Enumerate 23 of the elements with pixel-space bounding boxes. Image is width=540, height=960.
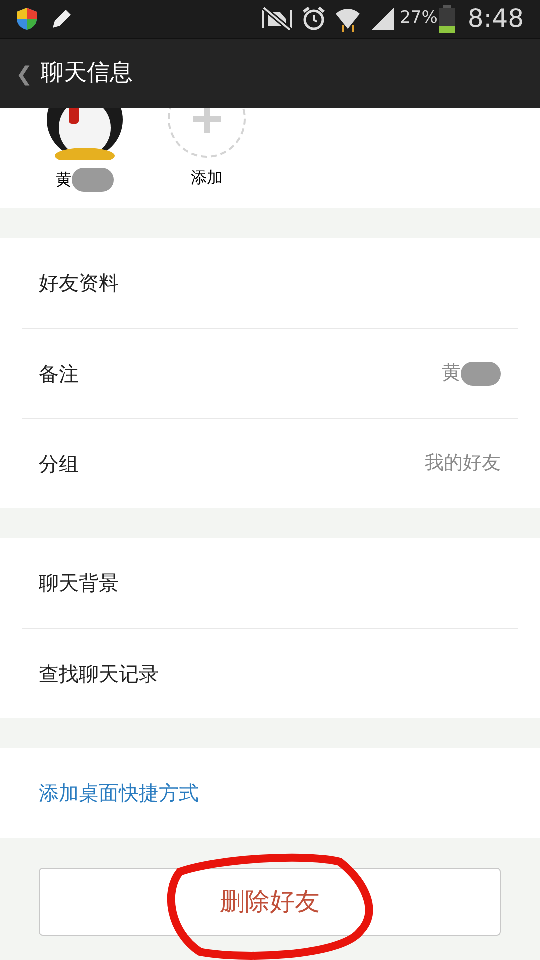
row-label: 聊天背景 [39, 570, 119, 597]
delete-friend-button[interactable]: 删除好友 [39, 868, 501, 936]
row-label: 查找聊天记录 [39, 660, 159, 688]
row-value: 我的好友 [425, 451, 501, 476]
battery-icon [438, 5, 456, 33]
back-button[interactable]: ❮ [16, 58, 33, 88]
shortcut-link[interactable]: 添加桌面快捷方式 [39, 778, 199, 808]
redaction-blur [72, 168, 114, 192]
shield-icon [16, 7, 38, 31]
row-label: 好友资料 [39, 270, 119, 297]
pencil-icon [50, 7, 74, 31]
member-name: 添加 [191, 167, 223, 189]
member-name: 黄 [56, 169, 72, 191]
row-value: 黄 [442, 361, 461, 386]
row-label: 分组 [39, 450, 79, 478]
plus-icon [191, 108, 223, 135]
signal-icon [370, 7, 396, 31]
page-title: 聊天信息 [40, 59, 133, 88]
row-label: 备注 [39, 360, 79, 388]
clock-time: 8:48 [468, 3, 524, 36]
battery-percent: 27% [400, 7, 438, 30]
mute-icon [260, 6, 294, 32]
alarm-icon [302, 6, 326, 32]
